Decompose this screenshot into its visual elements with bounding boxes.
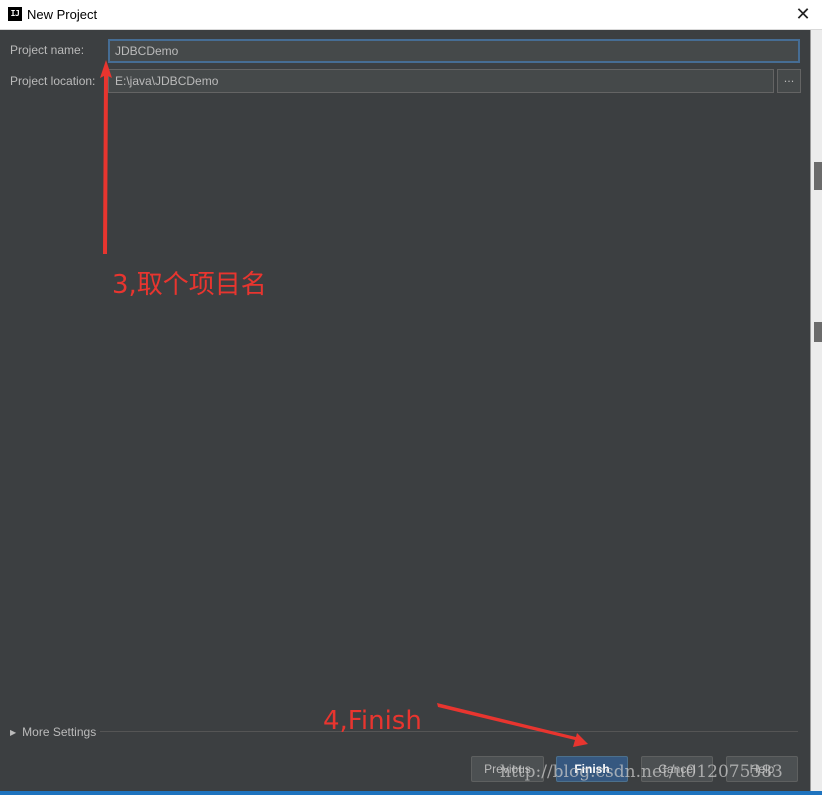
dialog-body [0, 30, 810, 791]
close-icon[interactable]: ✕ [792, 4, 814, 26]
more-settings-toggle[interactable]: ▶ More Settings [10, 725, 96, 739]
scrollbar-mark [814, 162, 822, 190]
title-bar: IJ New Project ✕ [0, 0, 822, 30]
watermark: http://blog.csdn.net/u012075383 [500, 762, 783, 782]
browse-location-button[interactable]: ... [777, 69, 801, 93]
separator [100, 731, 798, 732]
app-logo-icon: IJ [8, 7, 22, 21]
more-settings-label: More Settings [22, 725, 97, 739]
window-bottom-edge [0, 791, 822, 795]
project-name-label: Project name: [10, 43, 85, 57]
project-name-input[interactable] [108, 39, 800, 63]
project-location-label: Project location: [10, 74, 96, 88]
annotation-step3: 3,取个项目名 [112, 270, 267, 300]
background-window-edge [810, 30, 822, 795]
scrollbar-mark [814, 322, 822, 342]
annotation-step4: 4,Finish [323, 706, 422, 736]
project-location-input[interactable] [108, 69, 774, 93]
window-title: New Project [27, 7, 98, 22]
triangle-right-icon: ▶ [10, 727, 17, 737]
